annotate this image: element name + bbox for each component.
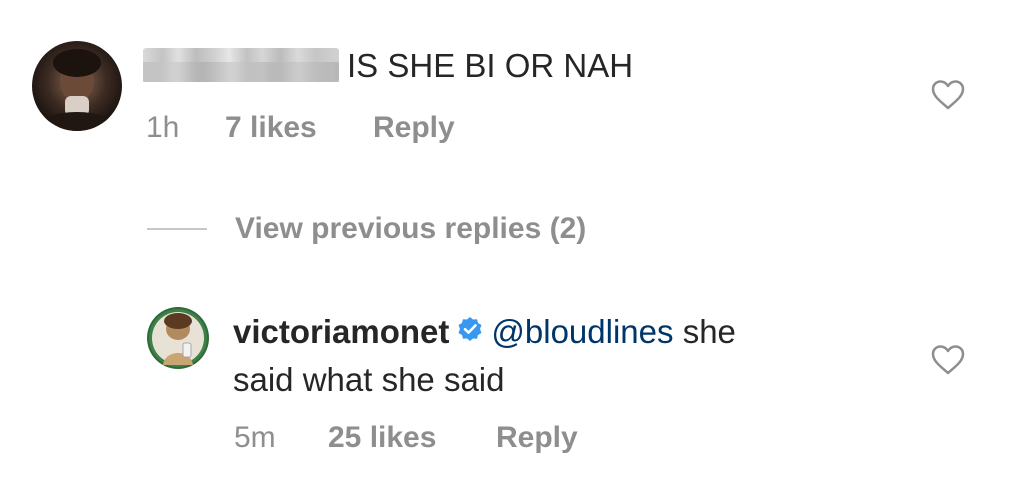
view-replies-label: View previous replies (2) (235, 212, 587, 245)
username-link[interactable]: victoriamonet (233, 313, 449, 350)
reply-like-heart-icon[interactable] (931, 345, 965, 375)
comment-time: 1h (146, 111, 180, 144)
blurred-username[interactable] (143, 48, 339, 83)
view-previous-replies-button[interactable]: View previous replies (2) (147, 211, 586, 247)
reply-likes-count-link[interactable]: 25 likes (328, 421, 436, 455)
verified-badge-icon (457, 308, 483, 354)
victoriamonet-avatar[interactable] (147, 307, 209, 369)
comment-text: IS SHE BI OR NAH (347, 47, 634, 84)
likes-count-link[interactable]: 7 likes (225, 111, 317, 145)
mention-link[interactable]: @bloudlines (491, 313, 673, 350)
reply-reply-button[interactable]: Reply (496, 421, 578, 455)
like-heart-icon[interactable] (931, 80, 965, 110)
comment-thread: IS SHE BI OR NAH 1h 7 likes Reply View p… (0, 0, 1024, 482)
reply-body: victoriamonet @bloudlines she said what s… (233, 309, 873, 403)
reply-text-line2: said what she said (233, 361, 505, 399)
reply-text-line1: she (682, 313, 736, 350)
reply-time: 5m (234, 421, 276, 454)
reply-divider-line (147, 228, 207, 230)
reply-button[interactable]: Reply (373, 111, 455, 145)
comment-body: IS SHE BI OR NAH (143, 43, 633, 89)
commenter-avatar[interactable] (32, 41, 122, 131)
